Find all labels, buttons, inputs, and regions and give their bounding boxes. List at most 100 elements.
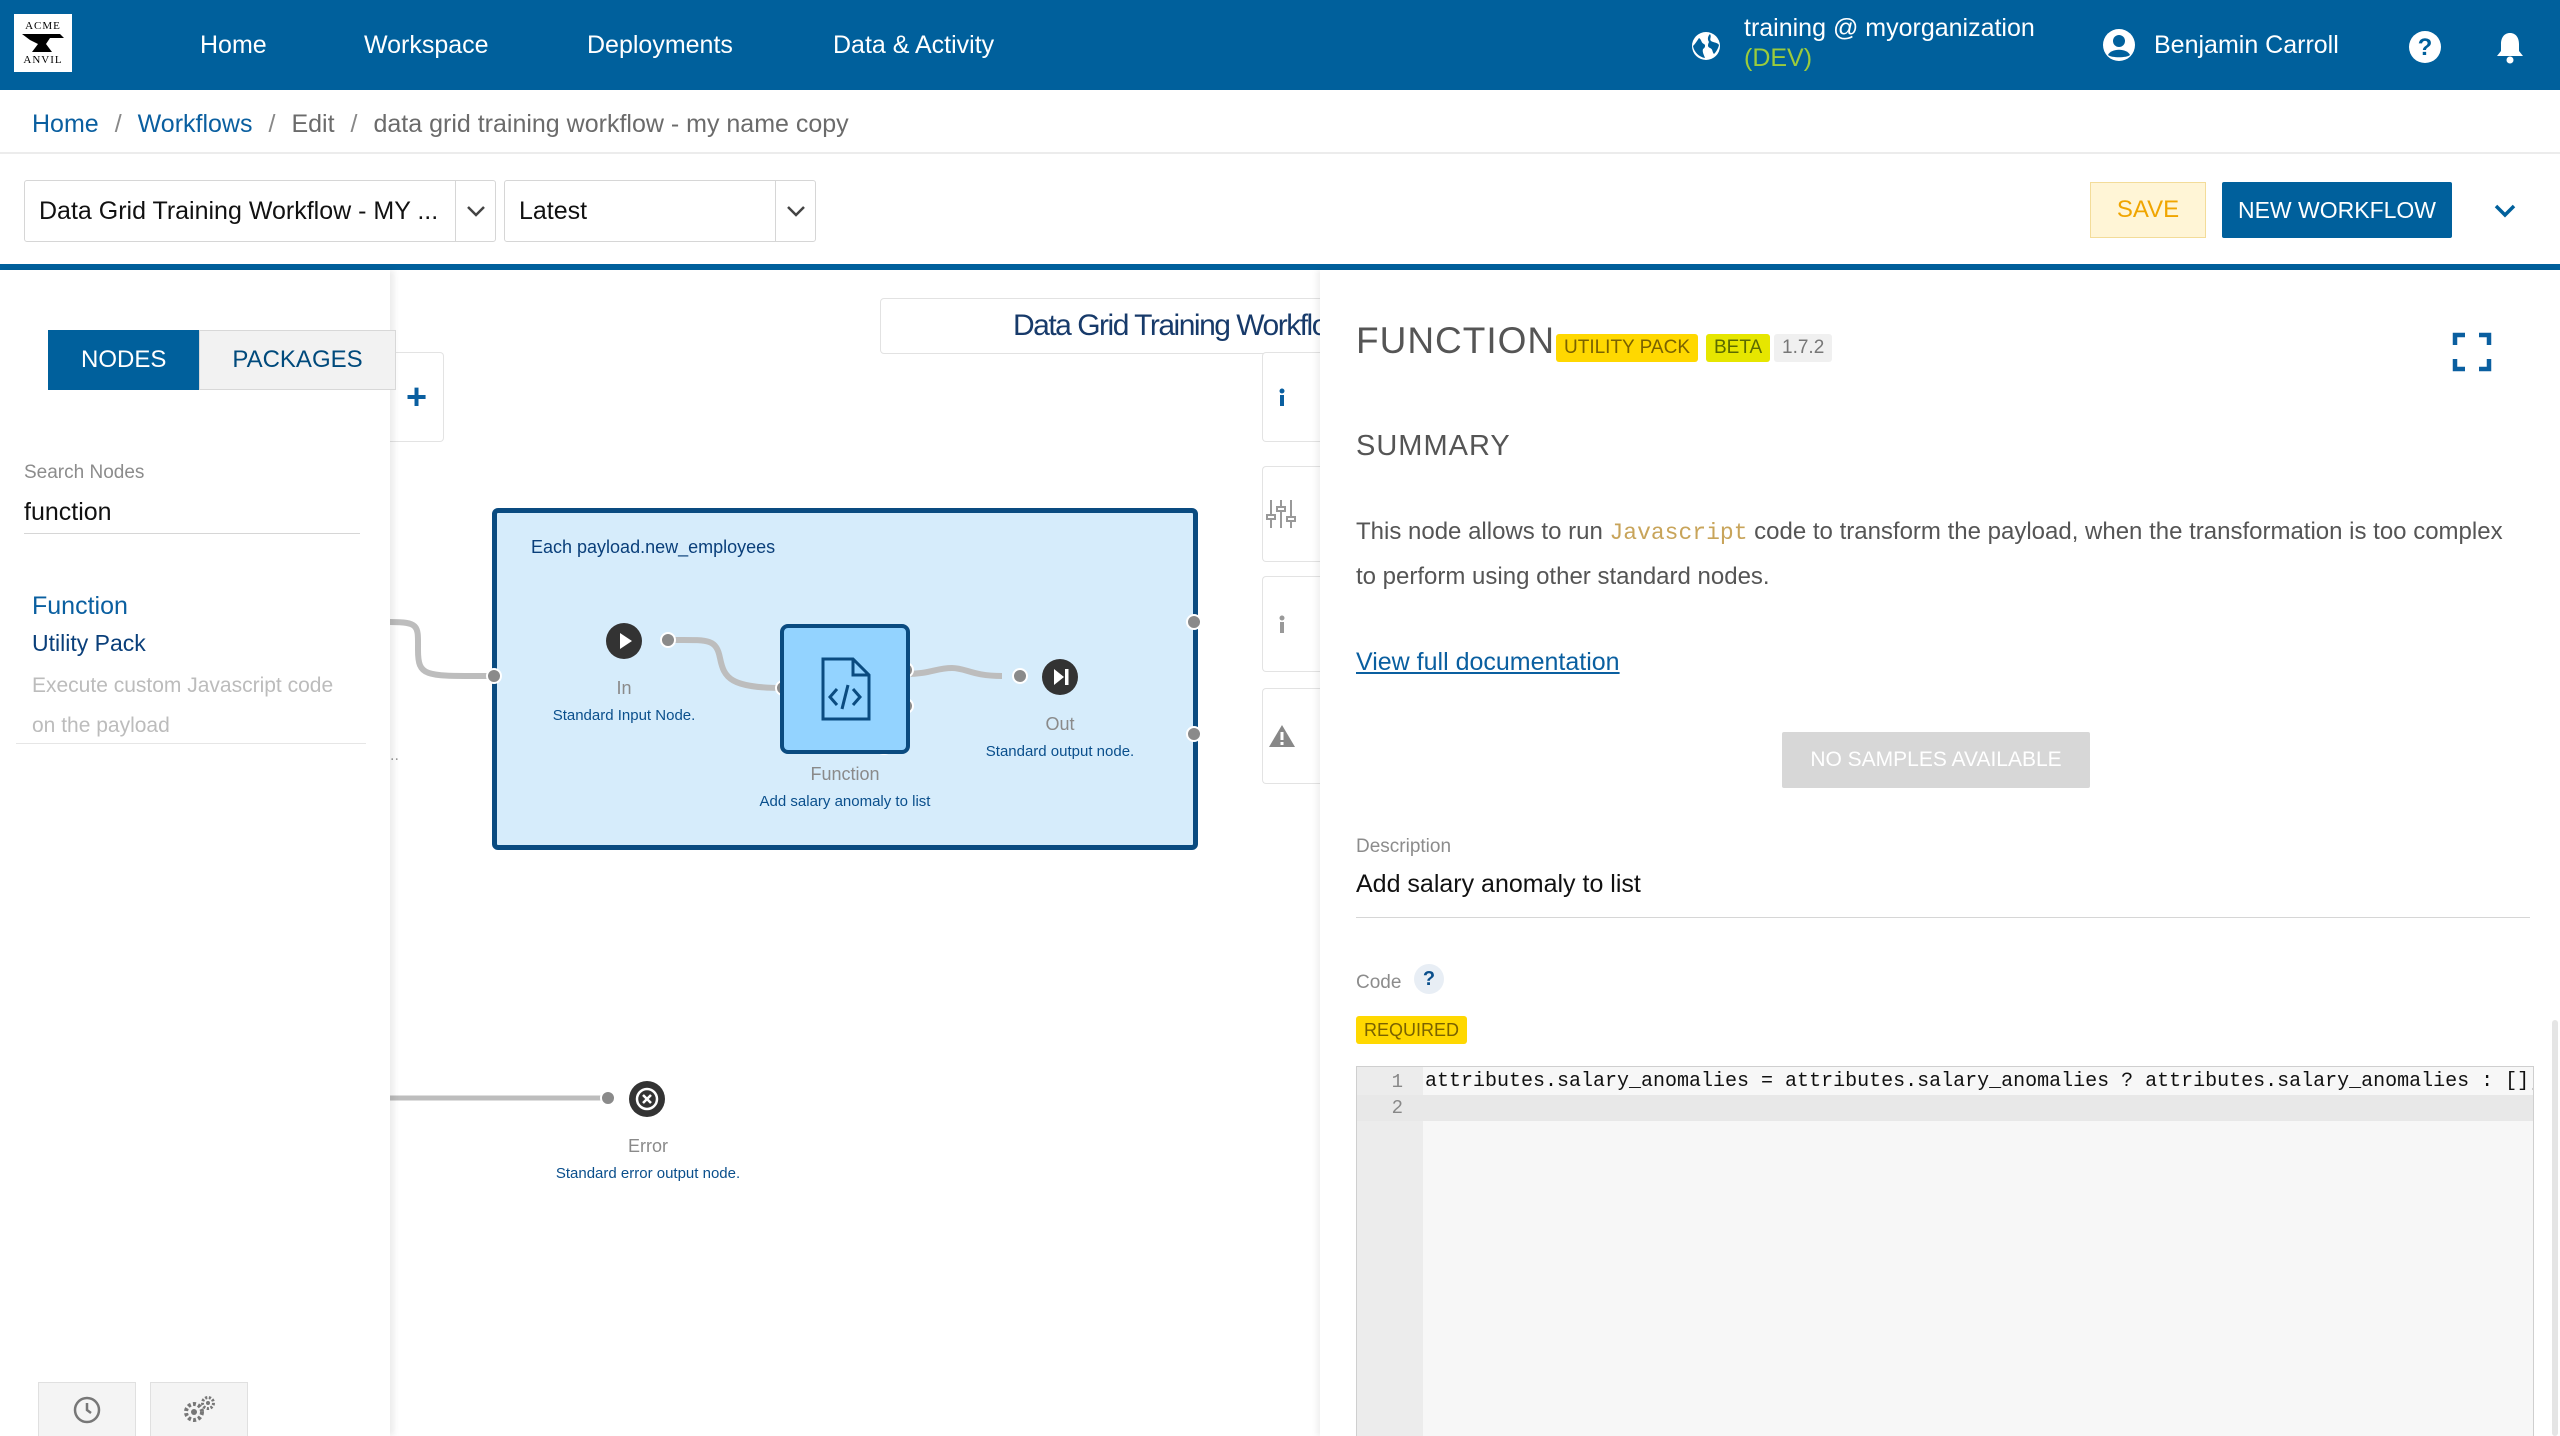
- breadcrumb: Home / Workflows / Edit / data grid trai…: [32, 104, 849, 144]
- nav-workspace[interactable]: Workspace: [364, 0, 489, 90]
- error-node-desc: Standard error output node.: [555, 1165, 741, 1182]
- bell-icon[interactable]: [2494, 30, 2526, 64]
- line-number: 2: [1391, 1097, 1403, 1119]
- workflow-select[interactable]: Data Grid Training Workflow - MY ...: [24, 180, 496, 242]
- chevron-down-icon[interactable]: [2490, 196, 2520, 226]
- clock-icon: [73, 1396, 101, 1423]
- logo-bottom-text: ANVIL: [23, 54, 63, 66]
- breadcrumb-edit: Edit: [291, 109, 335, 138]
- in-node-name: In: [616, 678, 632, 698]
- error-node-name: Error: [628, 1136, 668, 1156]
- chevron-down-icon: [455, 181, 495, 241]
- in-node-label: In Standard Input Node.: [524, 678, 724, 724]
- nav-deployments[interactable]: Deployments: [587, 0, 733, 90]
- skip-next-icon[interactable]: [1041, 658, 1079, 696]
- warning-icon: [1268, 725, 1295, 747]
- node-result-item[interactable]: Function Utility Pack Execute custom Jav…: [16, 592, 366, 744]
- result-description: Execute custom Javascript code on the pa…: [32, 674, 334, 737]
- nav-home[interactable]: Home: [200, 0, 267, 90]
- user-menu[interactable]: Benjamin Carroll: [2102, 28, 2339, 62]
- function-node-label: Function Add salary anomaly to list: [720, 764, 970, 810]
- save-button[interactable]: SAVE: [2090, 182, 2206, 238]
- error-circle-icon[interactable]: [628, 1080, 666, 1118]
- description-field[interactable]: Add salary anomaly to list: [1356, 870, 2530, 918]
- settings-button[interactable]: [150, 1382, 248, 1436]
- result-package: Utility Pack: [32, 630, 146, 656]
- breadcrumb-separator: /: [114, 109, 122, 138]
- gears-icon: [184, 1395, 215, 1422]
- breadcrumb-separator: /: [268, 109, 276, 138]
- required-badge: REQUIRED: [1356, 1016, 1468, 1044]
- org-env: (DEV): [1744, 44, 1813, 72]
- summary-code-word: Javascript: [1609, 520, 1748, 546]
- group-wires: [486, 614, 1202, 1106]
- code-file-icon: [821, 657, 871, 721]
- documentation-link[interactable]: View full documentation: [1356, 648, 1620, 677]
- function-node[interactable]: [780, 624, 910, 754]
- result-title: Function: [32, 592, 128, 620]
- version-badge: 1.7.2: [1774, 334, 1833, 362]
- breadcrumb-workflows[interactable]: Workflows: [138, 110, 253, 139]
- anvil-icon: [22, 34, 64, 52]
- info-icon: [1279, 615, 1284, 633]
- nav-data-activity[interactable]: Data & Activity: [833, 0, 994, 90]
- summary-text-start: This node allows to run: [1356, 518, 1610, 545]
- account-circle-icon: [2103, 29, 2135, 61]
- breadcrumb-home[interactable]: Home: [32, 110, 99, 139]
- svg-text:?: ?: [2418, 34, 2433, 61]
- info-tab[interactable]: [1262, 352, 1320, 442]
- out-node-desc: Standard output node.: [985, 743, 1135, 760]
- top-nav: ACME ANVIL Home Workspace Deployments Da…: [0, 0, 2560, 90]
- line-number: 1: [1391, 1071, 1403, 1093]
- workflow-canvas[interactable]: .. Data Grid Training Workflow + Each pa…: [390, 270, 1320, 1436]
- function-node-desc: Add salary anomaly to list: [759, 793, 931, 810]
- search-label: Search Nodes: [24, 462, 145, 483]
- summary-heading: SUMMARY: [1356, 430, 1511, 462]
- details-tab[interactable]: [1262, 576, 1320, 672]
- out-node-label: Out Standard output node.: [960, 714, 1160, 760]
- properties-tab[interactable]: [1262, 466, 1320, 562]
- out-node-name: Out: [1045, 714, 1075, 734]
- new-workflow-button[interactable]: NEW WORKFLOW: [2222, 182, 2452, 238]
- logo-top-text: ACME: [25, 20, 61, 32]
- version-select[interactable]: Latest: [504, 180, 816, 242]
- history-button[interactable]: [38, 1382, 136, 1436]
- node-library-panel: NODES PACKAGES Search Nodes Function Uti…: [0, 270, 396, 1436]
- org-name: training @ myorganization: [1744, 14, 2035, 42]
- code-label: Code: [1356, 972, 1402, 993]
- in-node-desc: Standard Input Node.: [552, 707, 696, 724]
- breadcrumb-divider: [0, 152, 2560, 154]
- no-samples-button[interactable]: NO SAMPLES AVAILABLE: [1782, 732, 2090, 788]
- code-line: attributes.salary_anomalies = attributes…: [1425, 1070, 2534, 1093]
- help-icon[interactable]: ?: [2408, 30, 2442, 64]
- breadcrumb-separator: /: [350, 109, 358, 138]
- acme-anvil-logo[interactable]: ACME ANVIL: [14, 14, 72, 72]
- editor-gutter: [1357, 1067, 1423, 1436]
- node-details-panel: FUNCTION UTILITY PACK BETA 1.7.2 SUMMARY…: [1320, 270, 2560, 1436]
- code-editor[interactable]: 1 2 attributes.salary_anomalies = attrib…: [1356, 1066, 2534, 1436]
- search-nodes-input[interactable]: [24, 492, 360, 534]
- tab-nodes[interactable]: NODES: [48, 330, 200, 390]
- user-name: Benjamin Carroll: [2154, 30, 2339, 59]
- tab-packages[interactable]: PACKAGES: [199, 330, 396, 390]
- version-select-value: Latest: [519, 197, 588, 225]
- warnings-tab[interactable]: [1262, 688, 1320, 784]
- description-label: Description: [1356, 836, 1452, 857]
- play-icon[interactable]: [605, 622, 643, 660]
- globe-icon: [1692, 32, 1720, 60]
- error-node-label: Error Standard error output node.: [548, 1136, 748, 1182]
- package-badge: UTILITY PACK: [1556, 334, 1698, 362]
- library-tabs: NODES PACKAGES: [48, 330, 396, 390]
- function-node-name: Function: [810, 764, 880, 784]
- chevron-down-icon: [775, 181, 815, 241]
- panel-title: FUNCTION: [1356, 320, 1556, 361]
- beta-badge: BETA: [1706, 334, 1771, 362]
- summary-text: This node allows to run Javascript code …: [1356, 510, 2526, 599]
- fullscreen-icon[interactable]: [2452, 332, 2492, 372]
- sliders-icon: [1265, 500, 1296, 528]
- info-icon: [1279, 388, 1284, 406]
- panel-scrollbar[interactable]: [2552, 1020, 2558, 1436]
- code-help-icon[interactable]: ?: [1414, 964, 1444, 994]
- active-line-highlight: [1357, 1095, 2533, 1121]
- breadcrumb-current: data grid training workflow - my name co…: [373, 109, 849, 138]
